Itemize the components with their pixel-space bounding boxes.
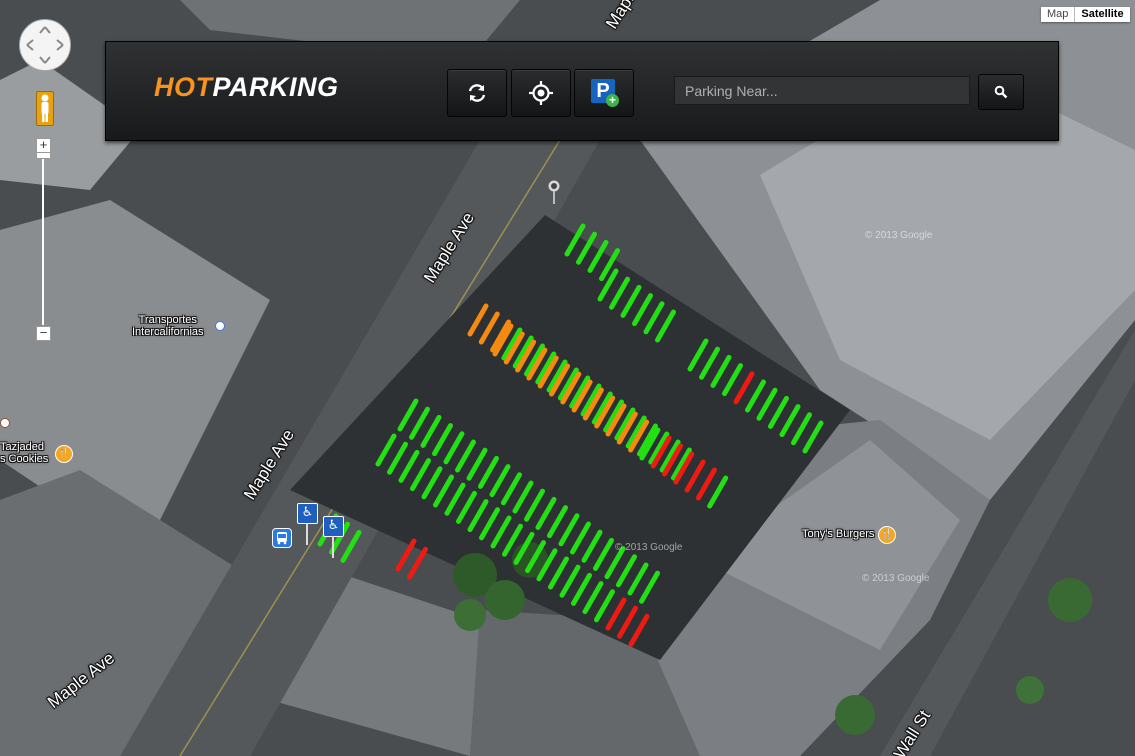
locate-icon — [529, 81, 553, 105]
pan-arrows-icon — [26, 26, 64, 64]
search-icon — [994, 85, 1008, 99]
app-header: HOTPARKING P + — [105, 41, 1059, 141]
restaurant-icon[interactable]: 🍴 — [55, 445, 73, 463]
add-parking-icon: P + — [591, 79, 619, 107]
sign-pole — [332, 536, 334, 558]
poi-marker-icon[interactable] — [0, 418, 10, 428]
bus-stop-icon[interactable] — [272, 528, 292, 548]
pan-control[interactable] — [19, 19, 71, 71]
search-button[interactable] — [978, 74, 1024, 110]
sign-pole — [306, 523, 308, 545]
parking-meter-icon[interactable] — [547, 180, 561, 204]
street-view-pegman-icon[interactable] — [36, 91, 54, 126]
parking-search-input[interactable] — [674, 76, 970, 105]
zoom-slider-handle[interactable] — [36, 152, 51, 159]
zoom-slider-track[interactable] — [42, 155, 44, 325]
restaurant-icon[interactable]: 🍴 — [878, 526, 896, 544]
poi-marker-transportes[interactable] — [215, 321, 225, 331]
zoom-in-button[interactable]: + — [36, 138, 51, 153]
add-parking-button[interactable]: P + — [574, 69, 634, 117]
map-type-satellite-button[interactable]: Satellite — [1074, 7, 1129, 22]
accessible-parking-icon[interactable]: ♿ — [297, 503, 318, 524]
zoom-out-button[interactable]: − — [36, 326, 51, 341]
app-logo: HOTPARKING — [154, 72, 339, 102]
refresh-button[interactable] — [447, 69, 507, 117]
accessible-parking-icon[interactable]: ♿ — [323, 516, 344, 537]
map-watermark: © 2013 Google — [862, 573, 930, 584]
locate-button[interactable] — [511, 69, 571, 117]
map-type-map-button[interactable]: Map — [1041, 7, 1074, 22]
map-watermark: © 2013 Google — [865, 230, 933, 241]
map-type-control: Map Satellite — [1041, 7, 1130, 22]
map-watermark: © 2013 Google — [615, 542, 683, 553]
poi-label-tonys-burgers: Tony's Burgers — [802, 528, 875, 540]
refresh-icon — [468, 84, 486, 102]
poi-label-transportes: Transportes Intercalifornias — [132, 314, 204, 338]
poi-label-tazjaded: Tazjaded s Cookies — [0, 441, 49, 465]
